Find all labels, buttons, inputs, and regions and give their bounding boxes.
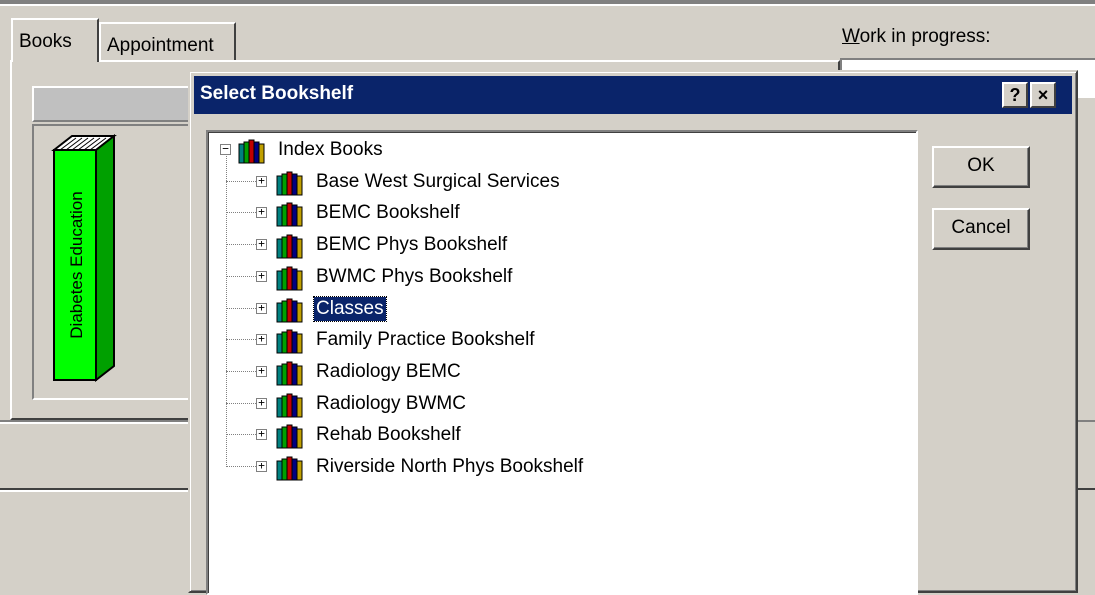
expand-toggle[interactable]: + <box>256 365 267 377</box>
dialog-title: Select Bookshelf <box>200 83 354 104</box>
tree-connector <box>226 434 256 436</box>
tree-connector <box>226 370 256 373</box>
tree-connector <box>226 466 256 468</box>
tree-connector <box>226 212 256 214</box>
books-icon <box>276 170 304 196</box>
books-icon <box>276 455 304 481</box>
tree-item-label: Base West Surgical Services <box>316 170 560 192</box>
cancel-button[interactable]: Cancel <box>932 208 1030 250</box>
ok-button[interactable]: OK <box>932 146 1030 188</box>
books-icon <box>276 233 304 259</box>
wip-rest: ork in progress: <box>859 26 991 47</box>
expand-toggle[interactable]: + <box>256 238 267 251</box>
tree-item-label: Classes <box>313 295 387 322</box>
tree-item-label: BWMC Phys Bookshelf <box>316 265 513 287</box>
book-spine-title: Diabetes Education <box>67 191 86 338</box>
tab-books[interactable]: Books <box>11 18 99 62</box>
tree-connector <box>226 307 256 310</box>
tree-connector <box>226 244 256 246</box>
bookshelf-area: Diabetes Education <box>32 124 192 400</box>
tab-appointment[interactable]: Appointment <box>99 22 236 60</box>
collapse-toggle[interactable]: − <box>220 143 231 155</box>
bookshelf-header-bar <box>32 86 192 122</box>
select-bookshelf-dialog: Select Bookshelf ? × − Index Books + Base W… <box>188 70 1078 595</box>
work-in-progress-label: Work in progress: <box>842 26 991 48</box>
bookshelf-tree[interactable]: − Index Books + Base West Surgical Services… <box>206 130 918 595</box>
expand-toggle[interactable]: + <box>256 175 267 187</box>
books-icon <box>276 297 304 323</box>
tree-item-label: BEMC Bookshelf <box>316 202 460 224</box>
divider <box>1078 420 1095 422</box>
tree-connector <box>226 402 256 405</box>
expand-toggle[interactable]: + <box>256 460 267 472</box>
divider <box>0 420 190 424</box>
books-icon <box>276 423 304 449</box>
tree-item-label: Radiology BEMC <box>316 360 461 382</box>
books-icon <box>276 360 304 386</box>
close-button[interactable]: × <box>1030 82 1056 108</box>
expand-toggle[interactable]: + <box>256 397 267 409</box>
tree-connector <box>226 180 256 183</box>
tree-item-label: Radiology BWMC <box>316 392 466 414</box>
expand-toggle[interactable]: + <box>256 333 267 346</box>
expand-toggle[interactable]: + <box>256 428 267 441</box>
books-icon <box>238 138 266 164</box>
dialog-titlebar[interactable]: Select Bookshelf ? × <box>194 76 1072 114</box>
books-icon <box>276 392 304 418</box>
tree-item-label: Rehab Bookshelf <box>316 424 461 446</box>
tree-connector <box>226 275 256 278</box>
books-icon <box>276 201 304 227</box>
tree-item-label: Family Practice Bookshelf <box>316 329 535 351</box>
expand-toggle[interactable]: + <box>256 270 267 282</box>
book-spine[interactable]: Diabetes Education <box>50 134 120 384</box>
expand-toggle[interactable]: + <box>256 302 267 314</box>
expand-toggle[interactable]: + <box>256 206 267 219</box>
divider <box>1078 488 1095 490</box>
wip-accel: W <box>842 26 860 47</box>
books-icon <box>276 328 304 354</box>
tree-item-label: BEMC Phys Bookshelf <box>316 234 508 256</box>
window-top-edge <box>0 0 1095 6</box>
help-button[interactable]: ? <box>1002 82 1028 108</box>
divider <box>0 488 190 492</box>
tree-connector <box>226 339 256 341</box>
books-icon <box>276 265 304 291</box>
tree-item-label: Riverside North Phys Bookshelf <box>316 456 584 477</box>
tree-root-label: Index Books <box>278 139 383 160</box>
tree-connector <box>226 156 228 467</box>
